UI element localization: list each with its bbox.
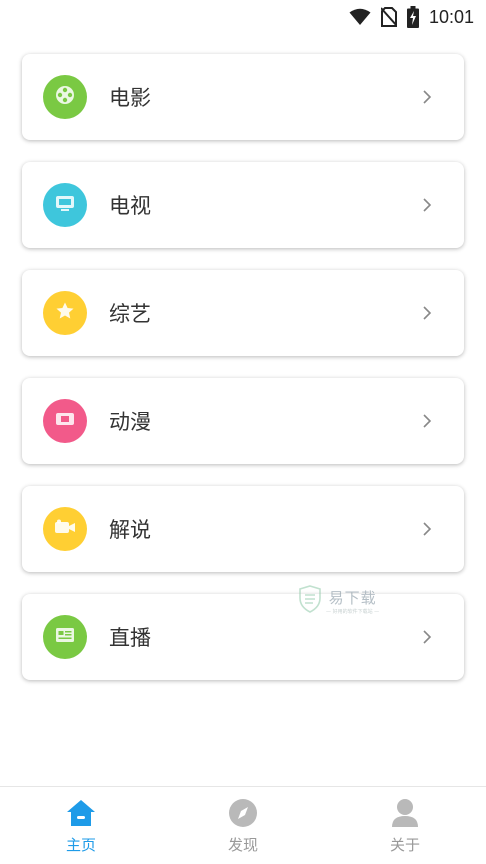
category-list: 电影 电视 综艺 动漫 解说 直播 <box>22 54 464 702</box>
watermark-text: 易下载 — 好用的软件下载站 — <box>326 587 379 615</box>
tab-home[interactable]: 主页 <box>0 787 162 864</box>
chevron-right-icon <box>422 89 432 105</box>
chevron-right-icon <box>422 629 432 645</box>
status-time: 10:01 <box>428 6 474 27</box>
category-icon-circle <box>43 507 87 551</box>
category-card-live[interactable]: 直播 <box>22 594 464 680</box>
category-card-movie[interactable]: 电影 <box>22 54 464 140</box>
category-label: 电视 <box>109 194 151 218</box>
chevron-right-icon <box>422 521 432 537</box>
news-icon <box>55 627 75 647</box>
category-label: 综艺 <box>109 302 151 326</box>
ticket-icon <box>55 411 75 431</box>
watermark: 易下载 — 好用的软件下载站 — <box>298 584 388 618</box>
tv-icon <box>55 194 75 216</box>
chevron-right-icon <box>422 197 432 213</box>
status-bar: 10:01 <box>0 0 486 34</box>
chevron-right-icon <box>422 305 432 321</box>
category-icon-circle <box>43 183 87 227</box>
tab-label: 主页 <box>65 836 96 854</box>
category-icon-circle <box>43 75 87 119</box>
tab-discover[interactable]: 发现 <box>162 787 324 864</box>
tab-label: 关于 <box>389 836 420 854</box>
user-icon <box>390 798 420 828</box>
star-icon <box>55 301 75 325</box>
category-card-anime[interactable]: 动漫 <box>22 378 464 464</box>
watermark-main: 易下载 <box>328 589 377 607</box>
film-reel-icon <box>55 85 75 109</box>
video-camera-icon <box>54 519 76 539</box>
no-sim-icon <box>380 7 397 27</box>
category-icon-circle <box>43 291 87 335</box>
wifi-icon <box>349 8 371 26</box>
tab-about[interactable]: 关于 <box>324 787 486 864</box>
compass-icon <box>228 798 258 828</box>
shield-logo-icon <box>298 585 322 617</box>
category-label: 解说 <box>109 518 151 542</box>
category-label: 电影 <box>109 86 151 110</box>
category-label: 直播 <box>109 626 151 650</box>
chevron-right-icon <box>422 413 432 429</box>
category-card-tv[interactable]: 电视 <box>22 162 464 248</box>
watermark-sub: — 好用的软件下载站 — <box>326 609 380 615</box>
category-card-commentary[interactable]: 解说 <box>22 486 464 572</box>
category-label: 动漫 <box>109 410 151 434</box>
battery-charging-icon <box>406 6 419 28</box>
category-icon-circle <box>43 399 87 443</box>
bottom-tab-bar: 主页 发现 关于 <box>0 786 486 864</box>
category-icon-circle <box>43 615 87 659</box>
tab-label: 发现 <box>227 836 258 854</box>
home-icon <box>66 798 96 828</box>
category-card-variety[interactable]: 综艺 <box>22 270 464 356</box>
